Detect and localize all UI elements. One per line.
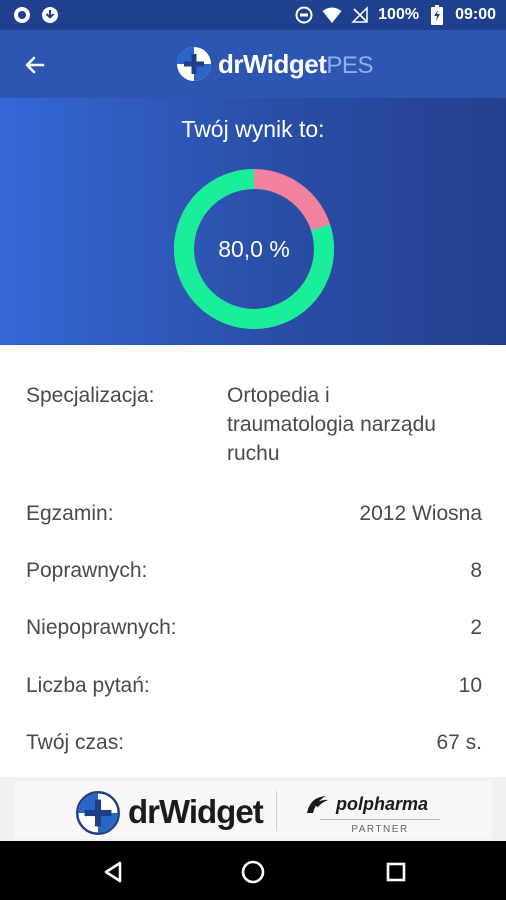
time-row: Twój czas: 67 s. xyxy=(26,728,482,757)
arrow-left-icon xyxy=(25,56,45,74)
drwidget-logo-icon xyxy=(76,791,120,835)
correct-row: Poprawnych: 8 xyxy=(26,556,482,585)
status-bar: 100% 09:00 xyxy=(0,0,506,30)
battery-charging-icon xyxy=(427,5,447,25)
brand-suffix: PES xyxy=(326,51,373,79)
score-heading: Twój wynik to: xyxy=(181,116,325,142)
exam-label: Egzamin: xyxy=(26,502,114,525)
partner-name: polpharma xyxy=(336,793,429,814)
record-icon xyxy=(12,5,32,25)
brand-name: drWidget xyxy=(218,48,327,79)
questions-row: Liczba pytań: 10 xyxy=(26,671,482,700)
correct-value: 8 xyxy=(470,559,482,582)
system-nav-bar xyxy=(0,841,506,900)
no-signal-icon xyxy=(350,5,370,25)
specialization-row: Specjalizacja: Ortopedia i traumatologia… xyxy=(26,381,482,471)
score-value: 80,0 % xyxy=(218,235,290,262)
back-button[interactable] xyxy=(18,48,52,82)
circle-home-icon xyxy=(241,860,265,884)
incorrect-value: 2 xyxy=(470,616,482,639)
polpharma-logo: polpharma xyxy=(304,793,428,815)
incorrect-row: Niepoprawnych: 2 xyxy=(26,613,482,642)
score-panel: Twój wynik to: 80,0 % xyxy=(0,98,506,345)
polpharma-swoosh-icon xyxy=(307,796,328,813)
specialization-value: Ortopedia i traumatologia narządu ruchu xyxy=(227,384,436,465)
app-logo: drWidgetPES xyxy=(176,42,373,86)
footer-divider xyxy=(276,791,277,831)
exam-value: 2012 Wiosna xyxy=(359,502,482,525)
exam-row: Egzamin: 2012 Wiosna xyxy=(26,499,482,528)
correct-label: Poprawnych: xyxy=(26,559,148,582)
footer-brand: drWidget xyxy=(128,793,264,830)
wifi-icon xyxy=(322,5,342,25)
sponsor-footer: drWidget polpharma PARTNER xyxy=(0,777,506,841)
triangle-back-icon xyxy=(104,861,122,883)
result-details: Specjalizacja: Ortopedia i traumatologia… xyxy=(0,345,506,777)
questions-label: Liczba pytań: xyxy=(26,674,150,697)
clock: 09:00 xyxy=(455,6,496,23)
circle-dots-icon xyxy=(294,5,314,25)
time-value: 67 s. xyxy=(436,731,482,754)
specialization-label: Specjalizacja: xyxy=(26,384,155,407)
download-icon xyxy=(40,5,60,25)
partner-tag: PARTNER xyxy=(351,824,409,835)
time-label: Twój czas: xyxy=(26,731,125,754)
nav-home-button[interactable] xyxy=(236,855,270,889)
sponsor-banner: drWidget polpharma PARTNER xyxy=(14,781,492,839)
drwidget-logo-icon xyxy=(177,47,211,81)
incorrect-label: Niepoprawnych: xyxy=(26,616,177,639)
app-bar: drWidgetPES xyxy=(0,30,506,98)
nav-back-button[interactable] xyxy=(96,855,130,889)
nav-recents-button[interactable] xyxy=(379,855,413,889)
questions-value: 10 xyxy=(458,674,482,697)
square-recents-icon xyxy=(386,862,406,882)
battery-percent: 100% xyxy=(378,6,420,23)
partner-underline xyxy=(320,819,440,820)
